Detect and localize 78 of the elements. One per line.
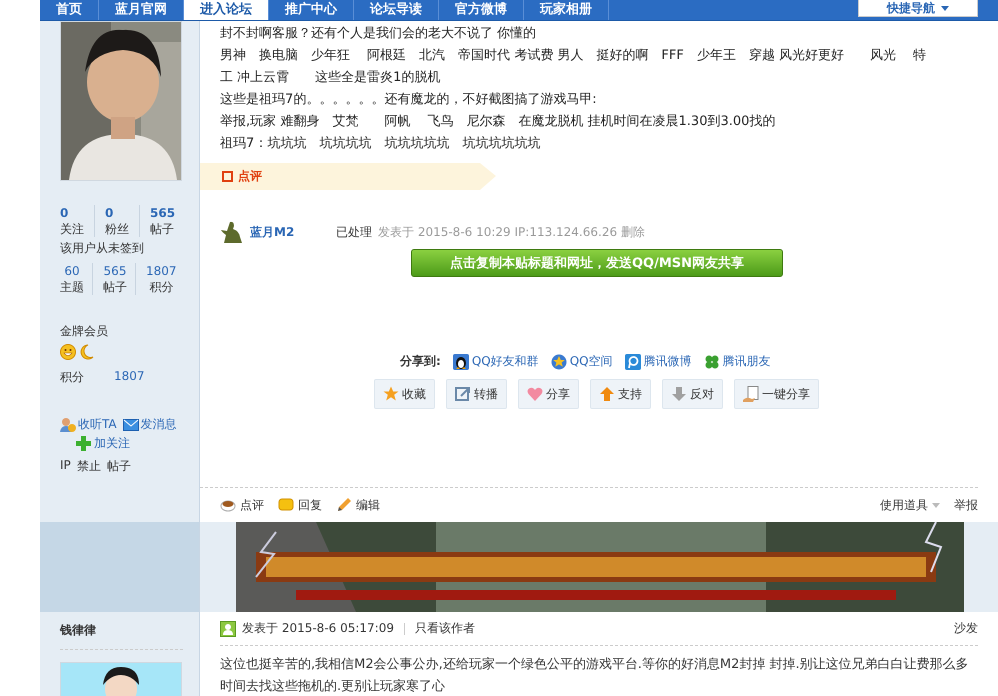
medal-icon xyxy=(60,344,94,360)
penguin-icon xyxy=(452,354,469,370)
user-action-link[interactable]: 发消息 xyxy=(122,416,177,433)
speech-icon xyxy=(278,497,294,513)
post-action-button[interactable]: 收藏 xyxy=(374,379,435,409)
post-action-button[interactable]: 一键分享 xyxy=(734,379,819,409)
report-link[interactable]: 举报 xyxy=(954,496,978,514)
user-icon xyxy=(220,620,236,636)
stat-value[interactable]: 0 xyxy=(60,205,84,221)
clover-icon xyxy=(704,354,720,370)
post-action-button[interactable]: 分享 xyxy=(518,379,579,409)
post-text: 这些是祖玛7的。。。。。。还有魔龙的，不好截图搞了游戏马甲: xyxy=(220,91,598,109)
quick-nav-button[interactable]: 快捷导航 xyxy=(858,0,978,17)
post-tool-link[interactable]: 回复 xyxy=(278,496,322,514)
sign-in-note: 该用户从未签到 xyxy=(60,240,145,257)
stat-label: 帖子 xyxy=(150,221,175,237)
stat-label: 粉丝 xyxy=(105,221,129,237)
nav-tab[interactable]: 首页 xyxy=(40,0,99,20)
stat-label: 主题 xyxy=(60,279,84,295)
tools-dropdown[interactable]: 使用道具 xyxy=(880,496,940,514)
points-label: 积分 xyxy=(60,369,84,386)
weibo-icon xyxy=(624,354,641,370)
points-value: 1807 xyxy=(114,369,145,385)
figure-icon xyxy=(220,220,244,244)
share-link[interactable]: QQ好友和群 xyxy=(452,353,539,370)
checkbox-icon xyxy=(222,171,233,182)
heart-icon xyxy=(527,386,543,402)
review-meta: 发表于 2015-8-6 10:29 IP:113.124.66.26 xyxy=(378,224,618,240)
up-arrow-icon xyxy=(599,386,615,402)
post-text: 男神 换电脑 少年狂 阿根廷 北汽 帝国时代 考试费 男人 挺好的啊 FFF 少年王 穿越 风光好更好 风光 特工 冲上云霄 这些全是雷炎1的脱机 xyxy=(220,47,928,87)
nav-tab[interactable]: 论坛导读 xyxy=(354,0,439,20)
post-text: 封不封啊客服？还有个人是我们会的老大不说了 你懂的 xyxy=(220,25,538,43)
nav-tab[interactable]: 进入论坛 xyxy=(184,0,269,20)
stat-label: 关注 xyxy=(60,221,84,237)
stat-label: 帖子 xyxy=(103,279,127,295)
stat-value[interactable]: 565 xyxy=(150,205,176,221)
user-action-link[interactable]: 收听TA xyxy=(60,416,117,433)
share-link[interactable]: 腾讯朋友 xyxy=(704,353,771,370)
author-only-link[interactable]: 只看该作者 xyxy=(415,620,475,637)
post-action-button[interactable]: 支持 xyxy=(590,379,651,409)
member-rank: 金牌会员 xyxy=(60,323,109,340)
post-text: 举报,玩家 难翻身 艾梵 阿帆 飞鸟 尼尔森 在魔龙脱机 挂机时间在凌晨1.30到3.00找的 xyxy=(220,113,776,131)
post-text: 祖玛7：坑坑坑 坑坑坑坑 坑坑坑坑坑 坑坑坑坑坑坑 xyxy=(220,135,542,153)
nav-tab[interactable]: 官方微博 xyxy=(439,0,524,20)
admin-link[interactable]: IP xyxy=(60,458,71,475)
stat-value[interactable]: 1807 xyxy=(146,263,177,279)
post-tool-link[interactable]: 点评 xyxy=(220,496,264,514)
plus-icon xyxy=(76,436,92,452)
stat-value[interactable]: 60 xyxy=(64,263,80,279)
stat-label: 积分 xyxy=(149,279,174,295)
stat-value[interactable]: 565 xyxy=(104,263,126,279)
caret-icon xyxy=(932,502,940,508)
comment-tab[interactable]: 点评 xyxy=(200,163,496,190)
down-arrow-icon xyxy=(671,386,687,402)
review-status: 已处理 xyxy=(336,224,372,240)
share-link[interactable]: 腾讯微博 xyxy=(624,353,692,370)
post-meta: 发表于 2015-8-6 05:17:09 xyxy=(242,620,394,637)
caret-icon xyxy=(941,6,949,10)
post-action-button[interactable]: 反对 xyxy=(662,379,723,409)
envelope-icon xyxy=(122,416,139,432)
post-action-button[interactable]: 转播 xyxy=(446,379,507,409)
share-link[interactable]: QQ空间 xyxy=(550,353,613,370)
stat-value[interactable]: 0 xyxy=(105,205,129,221)
share-label: 分享到: xyxy=(400,353,441,370)
listen-icon xyxy=(60,416,76,432)
document-icon xyxy=(743,386,759,402)
star-badge-icon xyxy=(550,354,567,370)
admin-link[interactable]: 禁止 xyxy=(76,458,101,475)
nav-tab[interactable]: 推广中心 xyxy=(269,0,354,20)
nav-tab[interactable]: 玩家相册 xyxy=(524,0,609,20)
floor-label: 沙发 xyxy=(954,620,978,637)
user-action-link[interactable]: 加关注 xyxy=(76,435,130,452)
post-tool-link[interactable]: 编辑 xyxy=(336,496,380,514)
reviewer-name[interactable]: 蓝月M2 xyxy=(250,224,330,240)
star-icon xyxy=(383,386,399,402)
reply-text: 这位也挺辛苦的,我相信M2会公事公办,还给玩家一个绿色公平的游戏平台.等你的好消息M2封掉 封掉.别让这位兄弟白白让费那么多时间去找这些拖机的.更别让玩家寒了心 xyxy=(220,656,970,696)
pencil-icon xyxy=(336,497,352,513)
admin-link[interactable]: 帖子 xyxy=(106,458,131,475)
